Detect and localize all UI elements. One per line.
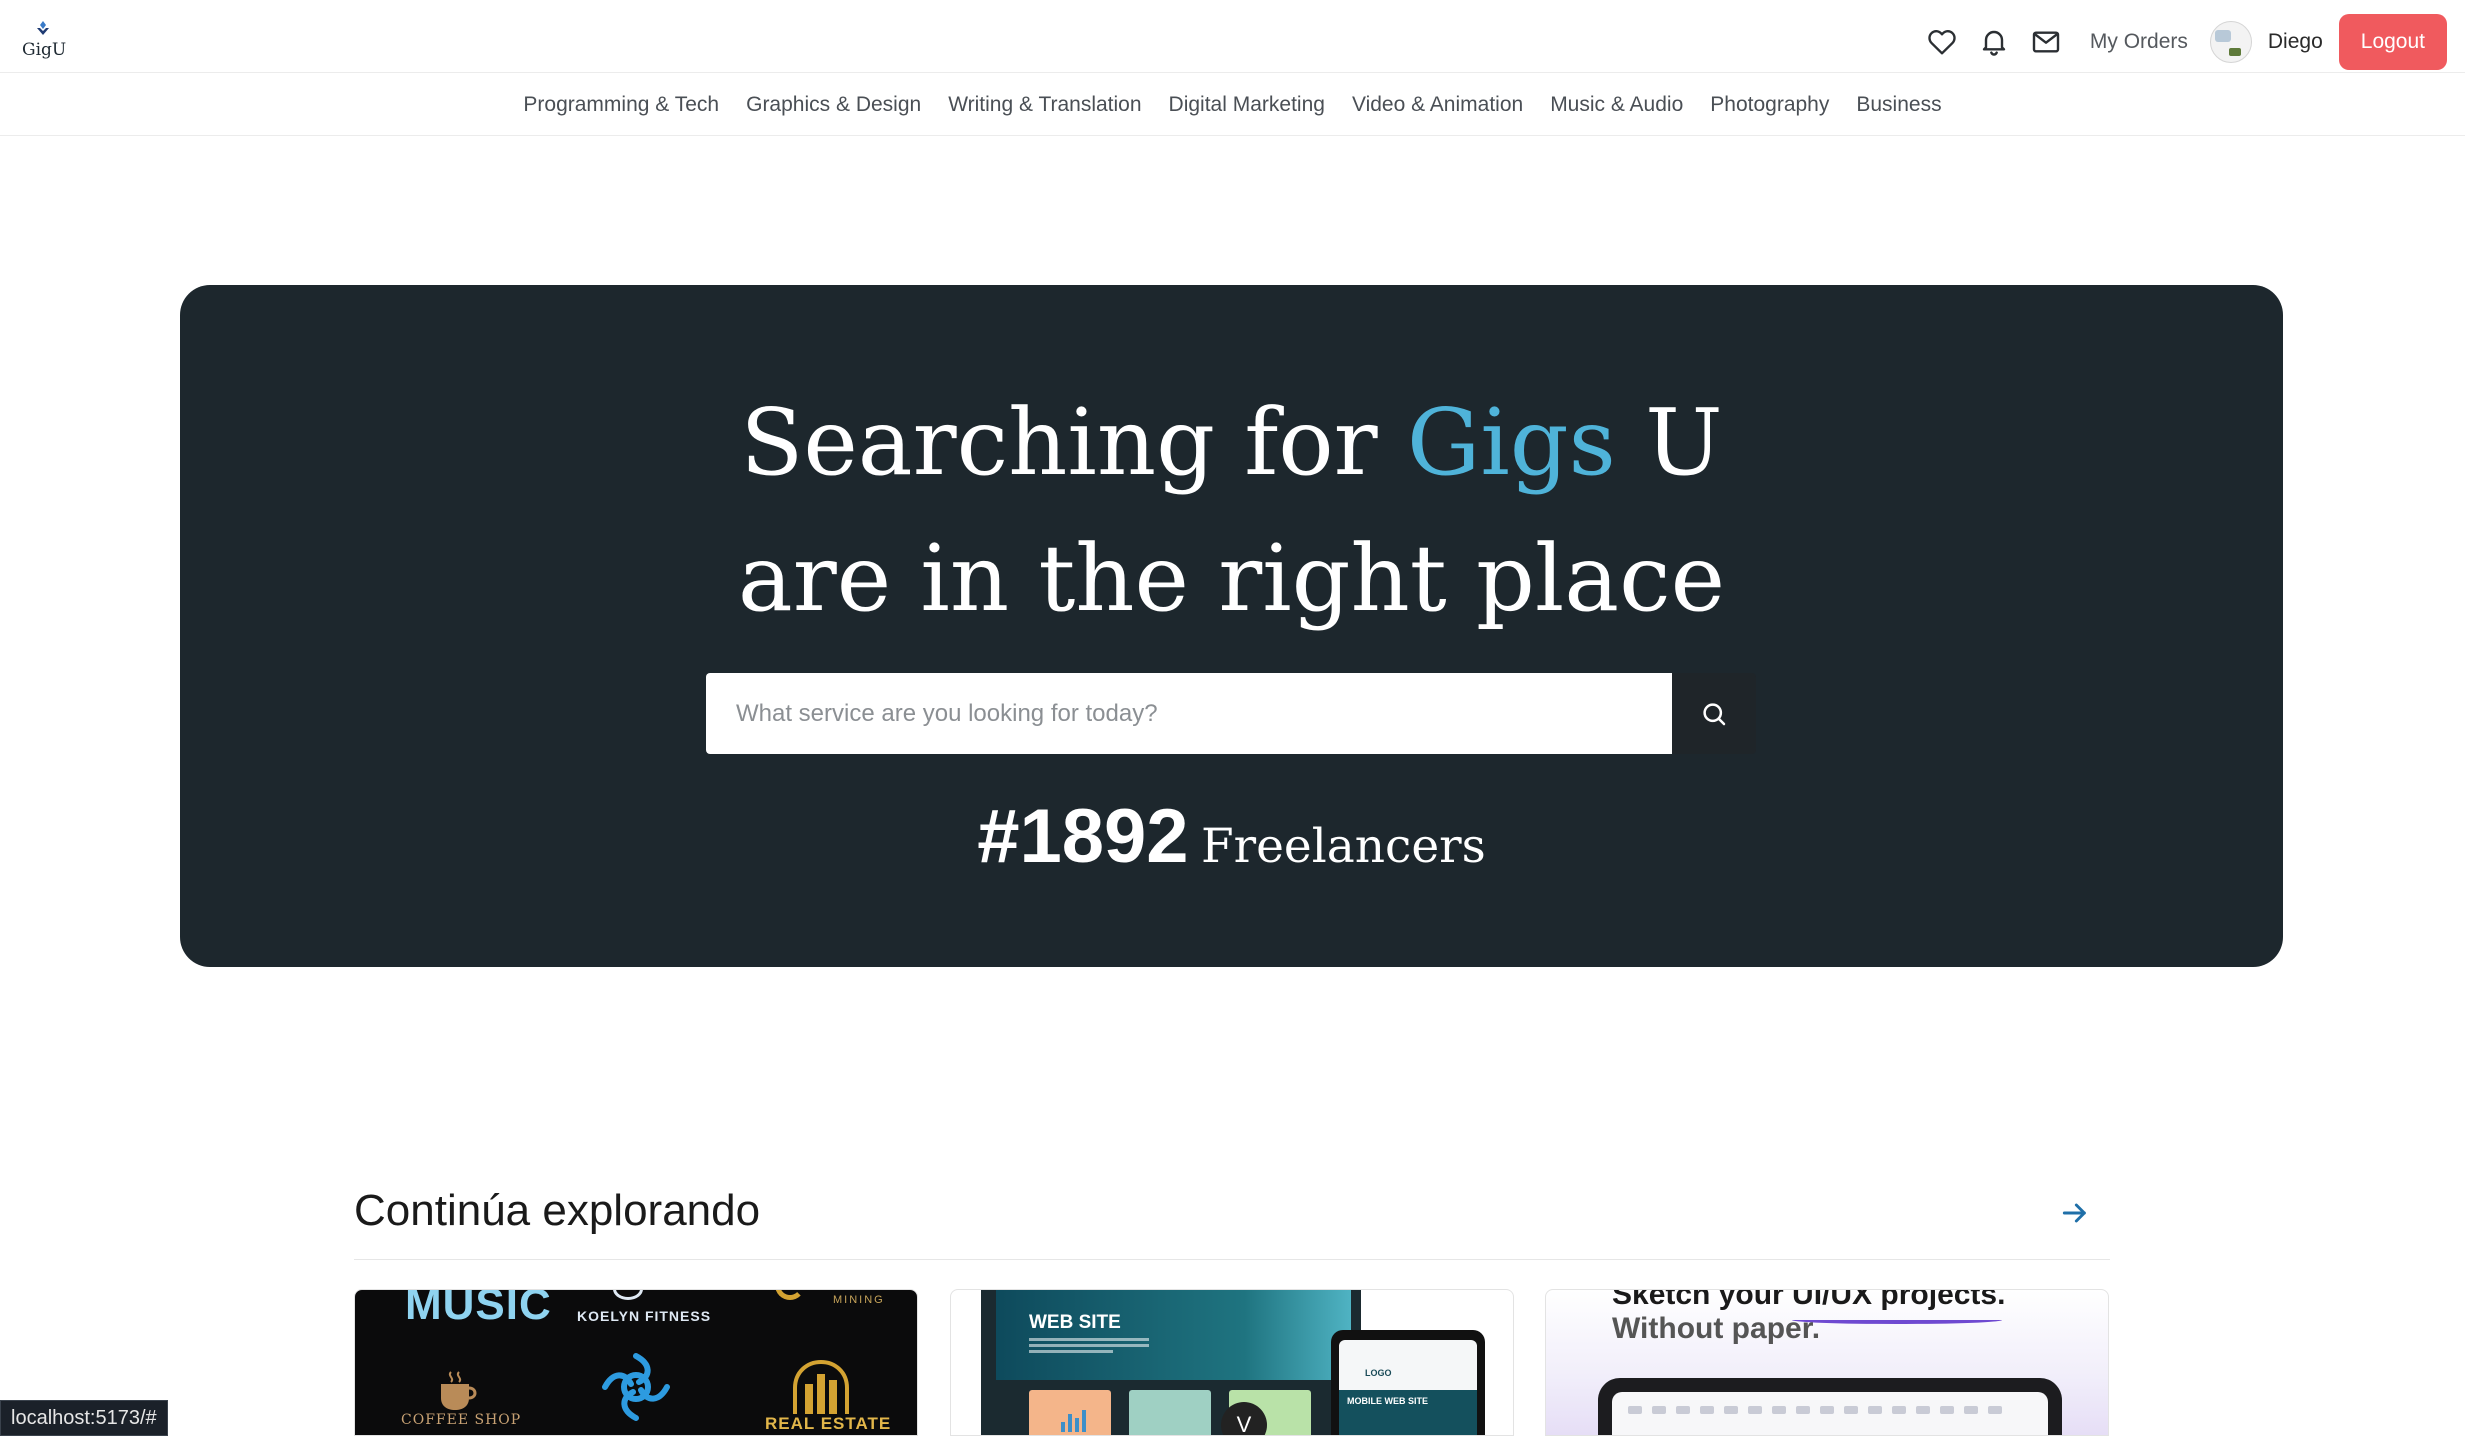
heart-icon[interactable]	[1916, 16, 1968, 68]
hero-title: Searching for Gigs U are in the right pl…	[180, 375, 2283, 647]
mail-icon[interactable]	[2020, 16, 2072, 68]
hero-title-part1: Searching for	[740, 389, 1407, 496]
freelancer-count-number: #1892	[977, 794, 1189, 879]
card-text-logo: LOGO	[1365, 1368, 1392, 1378]
mobile-mockup-hero: MOBILE WEB SITE	[1339, 1390, 1477, 1435]
category-photography[interactable]: Photography	[1710, 93, 1829, 117]
category-graphics-design[interactable]: Graphics & Design	[746, 93, 921, 117]
category-writing-translation[interactable]: Writing & Translation	[948, 93, 1141, 117]
category-video-animation[interactable]: Video & Animation	[1352, 93, 1523, 117]
logo-mark-icon	[37, 21, 49, 35]
website-mockup-banner	[996, 1290, 1351, 1380]
my-orders-link[interactable]: My Orders	[2090, 30, 2188, 54]
real-estate-building-icon	[793, 1359, 849, 1414]
mining-logo-arc	[775, 1290, 805, 1300]
tablet-mockup	[1598, 1378, 2062, 1435]
card-text-coffee-shop: COFFEE SHOP	[401, 1412, 522, 1428]
avatar-broken-image-fragment	[2228, 48, 2241, 56]
website-mockup-bars	[1061, 1408, 1091, 1432]
category-digital-marketing[interactable]: Digital Marketing	[1169, 93, 1325, 117]
card-text-koelyn-fitness: KOELYN FITNESS	[577, 1308, 712, 1324]
hero-title-part2: U	[1615, 389, 1723, 496]
headline-underline	[1792, 1316, 2002, 1324]
category-programming-tech[interactable]: Programming & Tech	[523, 93, 719, 117]
search-icon	[1703, 702, 1726, 725]
card-text-web-site: WEB SITE	[1029, 1312, 1121, 1333]
coffee-cup-icon	[441, 1371, 477, 1410]
explore-section-header: Continúa explorando	[354, 1176, 2110, 1260]
avatar[interactable]	[2209, 21, 2252, 63]
card-text-mobile-web-site: MOBILE WEB SITE	[1347, 1396, 1428, 1406]
explore-cards: MUSIC KOELYN FITNESS MINING COFFEE SHOP …	[354, 1289, 2110, 1436]
explore-section-title: Continúa explorando	[354, 1186, 761, 1235]
fitness-logo-ring	[613, 1290, 643, 1300]
hero-title-line2: are in the right place	[737, 525, 1726, 632]
website-mockup-panel-2	[1129, 1390, 1211, 1435]
website-mockup-text-lines	[1029, 1338, 1149, 1353]
category-nav: Programming & Tech Graphics & Design Wri…	[0, 74, 2465, 136]
search-bar	[706, 673, 1756, 754]
fitness-knot-icon	[602, 1353, 670, 1421]
top-header: GigU My Orders Diego Logout	[0, 0, 2465, 73]
hero-title-accent: Gigs	[1406, 389, 1616, 496]
freelancer-count-label: Freelancers	[1201, 819, 1486, 874]
tablet-mockup-screen	[1612, 1392, 2048, 1435]
explore-card-logo-design[interactable]: MUSIC KOELYN FITNESS MINING COFFEE SHOP …	[354, 1289, 918, 1436]
logout-button[interactable]: Logout	[2338, 14, 2447, 70]
avatar-broken-image	[2214, 30, 2231, 42]
browser-status-url: localhost:5173/#	[0, 1400, 168, 1436]
card-text-real-estate: REAL ESTATE	[765, 1414, 892, 1433]
logo-text: GigU	[22, 40, 67, 60]
user-nav: My Orders Diego Logout	[1916, 14, 2447, 70]
freelancer-count: #1892 Freelancers	[180, 793, 2283, 880]
mobile-mockup: LOGO MOBILE WEB SITE	[1331, 1330, 1485, 1435]
hero-banner: Searching for Gigs U are in the right pl…	[180, 285, 2283, 967]
search-button[interactable]	[1672, 673, 1756, 754]
explore-card-ui-ux[interactable]: Sketch your UI/UX projects. Without pape…	[1545, 1289, 2109, 1436]
logo[interactable]: GigU	[20, 20, 66, 62]
card-text-without-paper: Without paper.	[1612, 1312, 1821, 1345]
explore-card-website[interactable]: WEB SITE V LOGO MOBILE WEB SITE	[950, 1289, 1514, 1436]
tablet-mockup-toolbar	[1628, 1406, 2032, 1416]
category-music-audio[interactable]: Music & Audio	[1550, 93, 1683, 117]
username: Diego	[2267, 30, 2323, 53]
card-text-music: MUSIC	[405, 1289, 552, 1329]
bell-icon[interactable]	[1968, 16, 2020, 68]
card-text-mining: MINING	[833, 1294, 885, 1306]
card-text-sketch-headline: Sketch your UI/UX projects.	[1612, 1289, 2006, 1311]
arrow-right-icon[interactable]	[2054, 1192, 2096, 1234]
search-input[interactable]	[706, 673, 1672, 754]
category-business[interactable]: Business	[1856, 93, 1941, 117]
mobile-mockup-screen: LOGO MOBILE WEB SITE	[1339, 1340, 1477, 1435]
